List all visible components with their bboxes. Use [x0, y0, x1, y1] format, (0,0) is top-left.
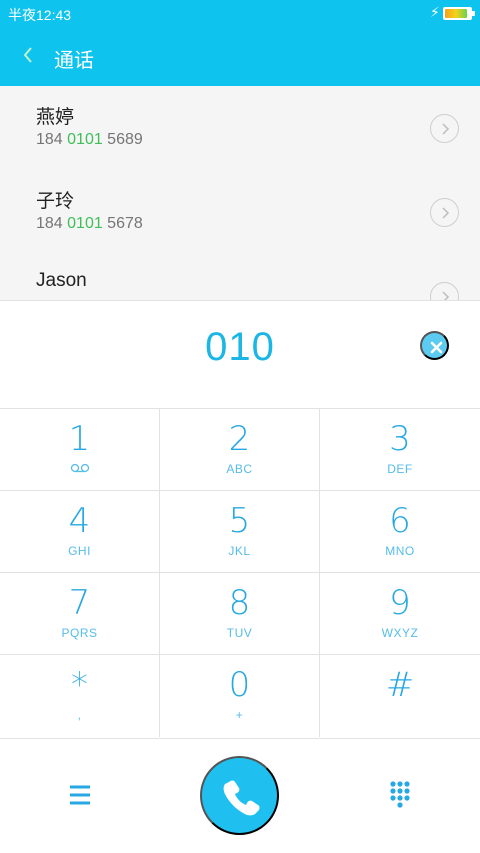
number-match-highlight: 0101 — [67, 131, 103, 148]
key-digit: 3 — [389, 419, 411, 459]
key-digit: 0 — [228, 665, 251, 705]
chevron-right-icon — [442, 207, 450, 219]
chevron-right-icon — [442, 123, 450, 135]
dial-display: 010 — [0, 300, 480, 409]
dial-key-star[interactable]: * , — [0, 655, 160, 737]
key-letters: JKL — [228, 544, 251, 558]
list-item[interactable]: 子玲 184 0101 5678 — [0, 170, 480, 254]
dial-key-2[interactable]: 2 ABC — [160, 409, 320, 491]
contact-name: 燕婷 — [36, 107, 75, 128]
contact-number: 184 0101 5689 — [36, 131, 143, 149]
key-letters: ABC — [226, 462, 253, 476]
key-digit: 4 — [68, 501, 91, 541]
phone-icon — [223, 780, 260, 816]
app-bar: 通话 — [0, 28, 480, 86]
bottom-action-bar — [0, 739, 480, 853]
key-letters: , — [77, 708, 82, 722]
entered-number[interactable]: 010 — [0, 325, 480, 370]
list-item[interactable]: Jason — [0, 254, 480, 300]
battery-level-fill — [445, 9, 468, 18]
dialpad-icon[interactable] — [380, 779, 420, 813]
number-prefix: 184 — [36, 131, 68, 148]
dialpad: 1 2 ABC 3 DEF 4 GHI 5 JKL 6 MNO 7 PQRS 8… — [0, 409, 480, 739]
list-item[interactable]: 燕婷 184 0101 5689 — [0, 86, 480, 170]
close-icon — [430, 341, 443, 354]
status-bar: 半夜12:43 ⚡ — [0, 0, 480, 28]
dial-key-4[interactable]: 4 GHI — [0, 491, 160, 573]
contact-name: Jason — [36, 270, 87, 291]
clear-circle-icon[interactable] — [420, 331, 449, 360]
number-suffix: 5689 — [102, 131, 143, 148]
charging-icon: ⚡ — [430, 4, 440, 20]
key-letters: TUV — [226, 626, 253, 640]
page-title: 通话 — [54, 50, 94, 72]
contact-number: 184 0101 5678 — [36, 215, 143, 233]
number-prefix: 184 — [36, 215, 68, 232]
voicemail-icon — [0, 462, 159, 476]
dial-key-5[interactable]: 5 JKL — [160, 491, 320, 573]
battery-icon — [443, 7, 475, 20]
number-match-highlight: 0101 — [67, 215, 103, 232]
menu-icon[interactable] — [60, 780, 100, 812]
key-digit: 5 — [228, 501, 251, 541]
key-digit: 2 — [228, 419, 251, 459]
key-letters: PQRS — [61, 626, 98, 640]
key-digit: 1 — [68, 419, 91, 459]
key-letters: WXYZ — [381, 626, 419, 640]
dial-key-hash[interactable]: # — [320, 655, 480, 737]
key-digit: # — [385, 665, 415, 705]
contact-name: 子玲 — [36, 191, 75, 212]
dial-key-1[interactable]: 1 — [0, 409, 160, 491]
key-digit: * — [71, 665, 88, 705]
chevron-right-icon — [442, 291, 450, 300]
contact-detail-button[interactable] — [430, 114, 459, 143]
dial-key-8[interactable]: 8 TUV — [160, 573, 320, 655]
key-letters: GHI — [68, 544, 91, 558]
contact-detail-button[interactable] — [430, 198, 459, 227]
status-time: 半夜12:43 — [8, 7, 72, 23]
dial-key-7[interactable]: 7 PQRS — [0, 573, 160, 655]
key-letters: DEF — [387, 462, 413, 476]
contact-detail-button[interactable] — [430, 282, 459, 300]
key-letters: MNO — [385, 544, 415, 558]
key-letters: + — [235, 708, 244, 722]
dial-key-9[interactable]: 9 WXYZ — [320, 573, 480, 655]
call-button[interactable] — [200, 756, 279, 835]
dial-key-3[interactable]: 3 DEF — [320, 409, 480, 491]
key-digit: 9 — [389, 583, 411, 623]
number-suffix: 5678 — [102, 215, 143, 232]
key-digit: 7 — [68, 583, 91, 623]
dial-key-6[interactable]: 6 MNO — [320, 491, 480, 573]
search-results-list[interactable]: 燕婷 184 0101 5689 子玲 184 0101 5678 Jason — [0, 86, 480, 300]
key-digit: 8 — [228, 583, 251, 623]
key-digit: 6 — [389, 501, 411, 541]
dial-key-0[interactable]: 0 + — [160, 655, 320, 737]
chevron-left-icon[interactable] — [14, 40, 44, 70]
